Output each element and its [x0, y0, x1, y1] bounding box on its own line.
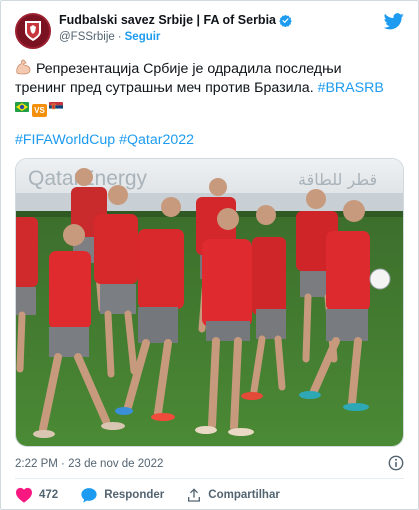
tweet-date: 23 de nov de 2022 — [68, 458, 164, 470]
tweet-card: Fudbalski savez Srbije | FA of Serbia @F… — [0, 0, 419, 510]
divider — [15, 478, 404, 479]
sponsor-banner-arabic: قطر للطاقة — [298, 170, 377, 190]
handle-row: @FSSrbije · Seguir — [59, 30, 292, 45]
info-icon[interactable] — [388, 455, 404, 471]
display-name[interactable]: Fudbalski savez Srbije | FA of Serbia — [59, 13, 276, 28]
tweet-line-2: тренинг пред сутрашњи меч против Бразила… — [15, 79, 407, 98]
tweet-line-2-text: тренинг пред сутрашњи меч против Бразила… — [15, 80, 318, 96]
follow-button[interactable]: Seguir — [125, 31, 161, 43]
handle[interactable]: @FSSrbije — [59, 31, 115, 43]
reply-label: Responder — [104, 489, 165, 501]
tweet-line-1-text: Репрезентација Србије је одрадила послед… — [35, 61, 342, 77]
tweet-timestamp[interactable]: 2:22 PM · 23 de nov de 2022 — [15, 458, 163, 470]
flexed-biceps-icon — [16, 59, 31, 75]
hashtag-brasrb[interactable]: #BRASRB — [318, 80, 384, 96]
share-button[interactable]: Compartilhar — [186, 487, 280, 503]
crest-icon — [25, 21, 41, 41]
reply-button[interactable]: Responder — [80, 487, 164, 503]
tweet-line-3: VS — [15, 98, 407, 117]
serbia-flag-icon — [49, 102, 63, 112]
tweet-header: Fudbalski savez Srbije | FA of Serbia @F… — [15, 13, 404, 53]
tweet-time: 2:22 PM — [15, 458, 58, 470]
like-button[interactable]: 472 — [15, 487, 58, 503]
tweet-text: Репрезентација Србије је одрадила послед… — [15, 59, 407, 117]
handle-separator: · — [117, 31, 122, 43]
training-photo: QatarEnergy قطر للطاقة — [16, 159, 403, 446]
brazil-flag-icon — [15, 102, 29, 112]
share-upload-icon — [188, 488, 201, 502]
heart-icon — [16, 487, 32, 503]
twitter-bird-icon[interactable] — [384, 13, 404, 30]
reply-bubble-icon — [81, 488, 97, 503]
like-count: 472 — [39, 489, 59, 501]
avatar[interactable] — [15, 13, 51, 49]
account-info: Fudbalski savez Srbije | FA of Serbia @F… — [59, 13, 292, 45]
tweet-line-1: Репрезентација Србије је одрадила послед… — [15, 59, 407, 79]
hashtags-line[interactable]: #FIFAWorldCup #Qatar2022 — [15, 132, 194, 148]
timestamp-separator: · — [61, 458, 65, 470]
verified-badge-icon — [279, 14, 292, 27]
vs-badge: VS — [32, 104, 47, 117]
action-bar: 472 Responder Compartilhar — [15, 485, 302, 505]
share-label: Compartilhar — [208, 489, 280, 501]
display-name-row[interactable]: Fudbalski savez Srbije | FA of Serbia — [59, 13, 292, 28]
tweet-photo[interactable]: QatarEnergy قطر للطاقة — [15, 158, 404, 447]
